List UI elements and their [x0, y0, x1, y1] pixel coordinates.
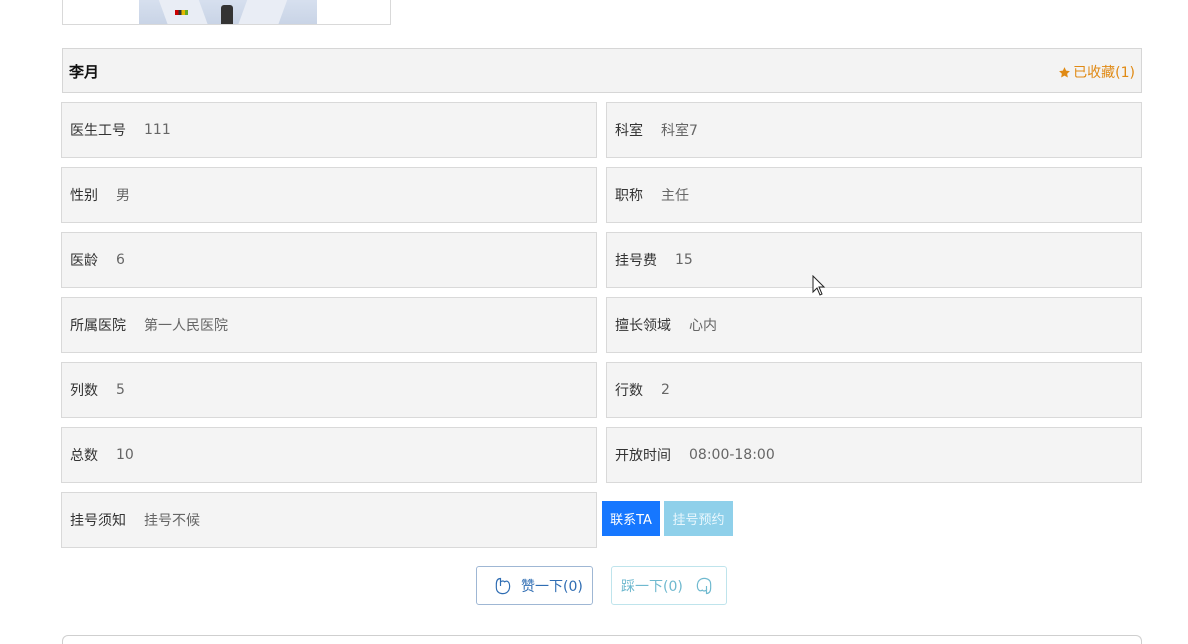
field-value: 主任	[661, 188, 689, 204]
field-value: 111	[144, 122, 171, 138]
field-label: 挂号费	[615, 253, 657, 269]
field-registration-fee: 挂号费 15	[606, 232, 1142, 288]
field-gender: 性别 男	[61, 167, 597, 223]
field-label: 医生工号	[70, 123, 126, 139]
doctor-name: 李月	[69, 63, 100, 81]
field-value: 15	[675, 252, 693, 268]
field-value: 挂号不候	[144, 513, 200, 529]
doctor-header: 李月 已收藏(1)	[62, 48, 1142, 93]
dislike-label: 踩一下(0)	[621, 578, 683, 595]
field-rows: 行数 2	[606, 362, 1142, 418]
thumbs-down-icon	[696, 577, 712, 594]
field-label: 科室	[615, 123, 643, 139]
like-label: 赞一下(0)	[521, 578, 583, 595]
field-doctor-id: 医生工号 111	[61, 102, 597, 158]
field-specialty: 擅长领域 心内	[606, 297, 1142, 353]
dislike-button[interactable]: 踩一下(0)	[611, 566, 727, 605]
book-appointment-button[interactable]: 挂号预约	[664, 501, 733, 536]
field-value: 2	[661, 382, 670, 398]
field-columns: 列数 5	[61, 362, 597, 418]
favorite-button[interactable]: 已收藏(1)	[1058, 62, 1135, 82]
field-value: 6	[116, 252, 125, 268]
field-value: 08:00-18:00	[689, 447, 775, 463]
field-label: 总数	[70, 448, 98, 464]
field-label: 开放时间	[615, 448, 671, 464]
field-registration-notice: 挂号须知 挂号不候	[61, 492, 597, 548]
field-value: 第一人民医院	[144, 318, 228, 334]
favorite-label: 已收藏(1)	[1073, 65, 1135, 81]
field-value: 心内	[689, 318, 717, 334]
field-years-of-practice: 医龄 6	[61, 232, 597, 288]
thumbs-up-icon	[495, 577, 511, 594]
field-value: 10	[116, 447, 134, 463]
field-hospital: 所属医院 第一人民医院	[61, 297, 597, 353]
field-label: 医龄	[70, 253, 98, 269]
field-open-hours: 开放时间 08:00-18:00	[606, 427, 1142, 483]
field-value: 男	[116, 188, 130, 204]
field-value: 科室7	[661, 123, 698, 139]
field-label: 列数	[70, 383, 98, 399]
contact-button[interactable]: 联系TA	[602, 501, 660, 536]
field-department: 科室 科室7	[606, 102, 1142, 158]
field-total: 总数 10	[61, 427, 597, 483]
field-label: 性别	[70, 188, 98, 204]
field-label: 所属医院	[70, 318, 126, 334]
field-value: 5	[116, 382, 125, 398]
mouse-cursor-icon	[812, 275, 826, 296]
field-label: 挂号须知	[70, 513, 126, 529]
star-icon	[1059, 66, 1071, 77]
field-title: 职称 主任	[606, 167, 1142, 223]
field-label: 行数	[615, 383, 643, 399]
like-button[interactable]: 赞一下(0)	[476, 566, 593, 605]
field-label: 职称	[615, 188, 643, 204]
field-label: 擅长领域	[615, 318, 671, 334]
doctor-photo	[62, 0, 391, 25]
